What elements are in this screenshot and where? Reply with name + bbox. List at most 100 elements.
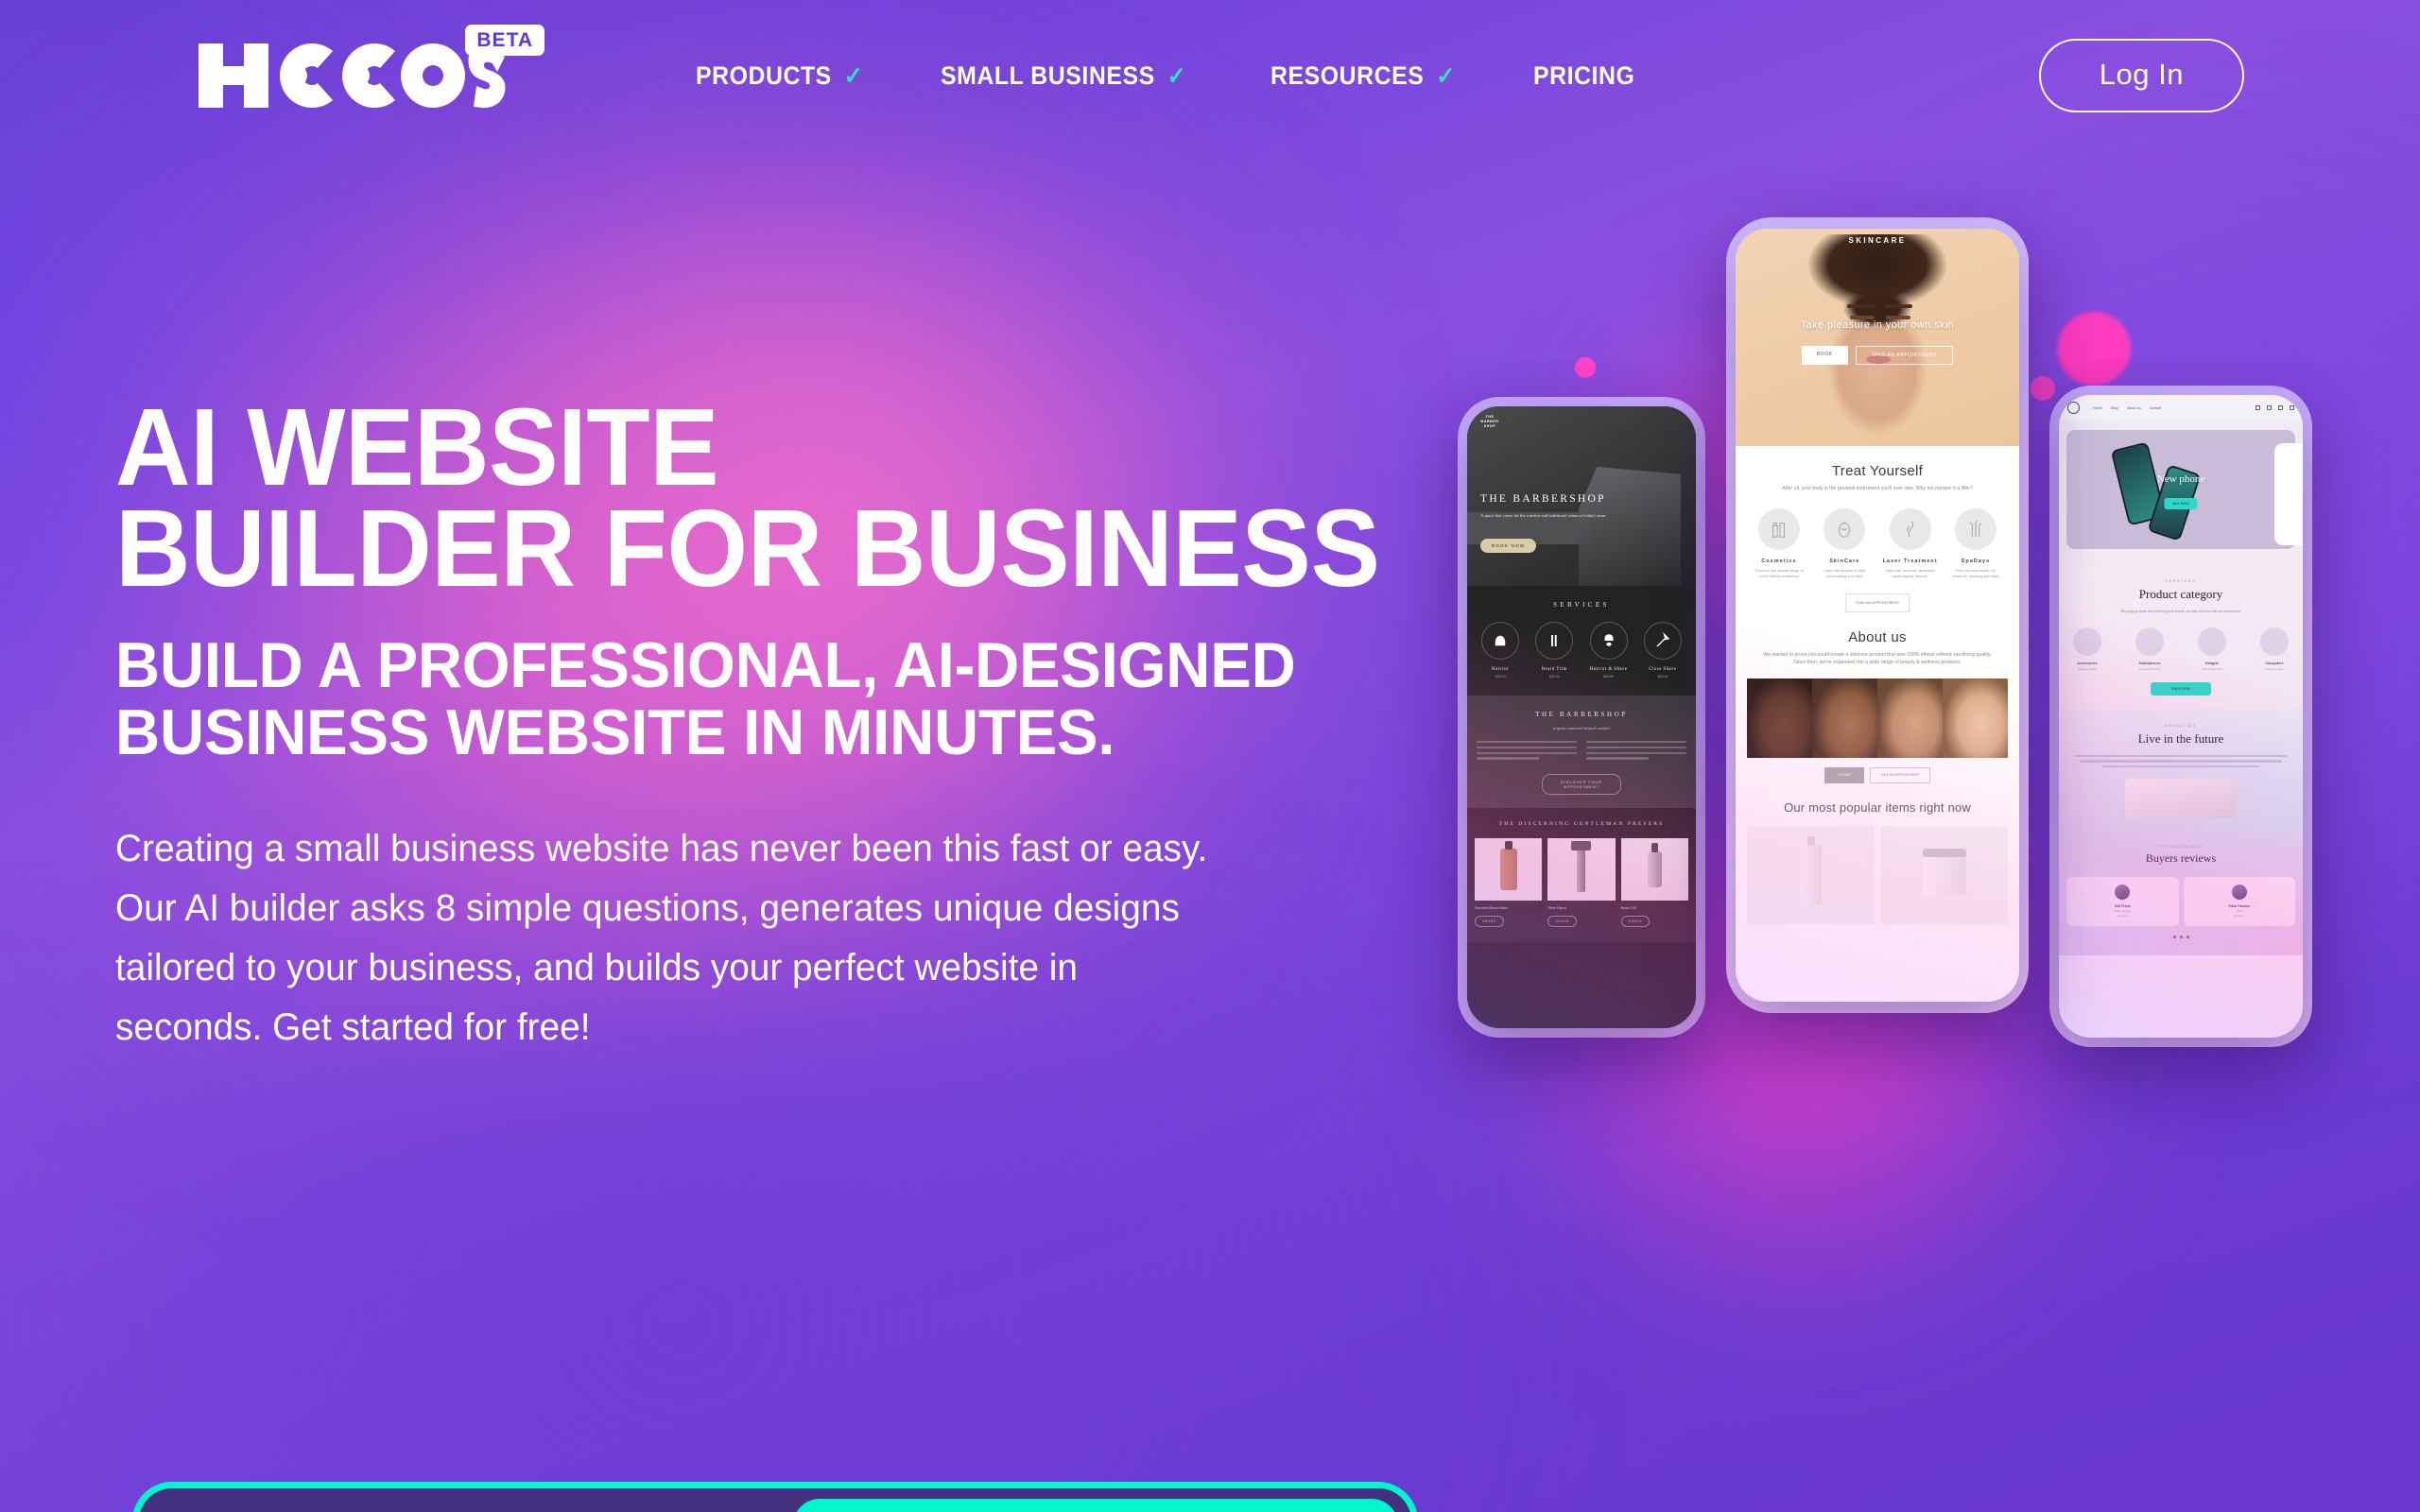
face-tone-4 xyxy=(1943,678,2008,758)
login-button[interactable]: Log In xyxy=(2038,39,2244,112)
service-price: $25.00 xyxy=(1657,675,1668,679)
ecommerce-screen: Home Shop About Us Contact New phone BUY… xyxy=(2059,395,2303,1038)
text-line xyxy=(1477,746,1577,749)
nav-item-products[interactable]: PRODUCTS ✓ xyxy=(696,61,863,91)
product-card[interactable]: Steel Razor ORDER xyxy=(1547,838,1616,928)
popular-item-card[interactable] xyxy=(1880,825,2008,924)
face-tone-2 xyxy=(1812,678,1877,758)
category-item[interactable]: Gadgets Smart electronics xyxy=(2193,627,2231,671)
service-name: Close Shave xyxy=(1649,667,1677,672)
skincare-hero: SKINCARE Take pleasure in your own skin … xyxy=(1736,229,2019,446)
nav-item-label: SMALL BUSINESS xyxy=(940,60,1155,90)
nav-item-resources[interactable]: RESOURCES ✓ xyxy=(1270,61,1456,91)
barbershop-book-button[interactable]: BOOK NOW xyxy=(1480,539,1537,553)
barbershop-service-item[interactable]: Close Shave $25.00 xyxy=(1637,622,1688,679)
hero-content: AI WEBSITE BUILDER FOR BUSINESS BUILD A … xyxy=(115,392,1486,1058)
skincare-appointment-button[interactable]: TAKE AN APPOINTMENT xyxy=(1855,346,1954,365)
ecommerce-about-section: ABOUT US Live in the future xyxy=(2059,709,2303,832)
about-heading: Live in the future xyxy=(2137,731,2224,747)
skincare-about-section: About us We wanted to prove you could cr… xyxy=(1736,611,2019,924)
check-chevron-icon: ✓ xyxy=(1167,61,1186,90)
ecommerce-reviews-section: TESTIMONIALS Buyers reviews Sofi Frank O… xyxy=(2059,831,2303,955)
logo[interactable]: BETA xyxy=(199,25,544,112)
face-tone-3 xyxy=(1877,678,1943,758)
cart-icon[interactable] xyxy=(2290,405,2294,410)
phone-icon[interactable] xyxy=(2256,405,2260,410)
barbershop-about-button[interactable]: DISCOVER YOUR APPOINTMENT xyxy=(1542,774,1621,796)
popular-items-heading: Our most popular items right now xyxy=(1784,799,1971,815)
carousel-dots[interactable] xyxy=(2066,935,2295,938)
product-image xyxy=(1620,838,1688,902)
headline-line-2: BUILDER FOR BUSINESS xyxy=(115,486,1380,610)
device-mockups: THE BARBER SHOP THE BARBERSHOP A space t… xyxy=(1418,217,2373,1228)
skincare-category-item[interactable]: Laser Treatment Laser hair removal, abso… xyxy=(1882,507,1939,579)
reviewer-role: Office manager xyxy=(2114,909,2132,913)
category-desc: Desktop & laptop xyxy=(2264,667,2285,672)
about-appointment-button[interactable]: TAKE AN APPOINTMENT xyxy=(1870,766,1930,783)
accessories-icon xyxy=(2073,627,2101,657)
popular-item-card[interactable] xyxy=(1747,825,1875,924)
skincare-category-item[interactable]: SpaDays Find out more about our luxuriou… xyxy=(1947,507,2004,579)
ecommerce-nav-item[interactable]: Shop xyxy=(2111,406,2118,410)
category-item[interactable]: Computers Desktop & laptop xyxy=(2256,627,2293,671)
ecommerce-nav-item[interactable]: Home xyxy=(2093,406,2102,410)
ecommerce-shop-button[interactable]: SHOP NOW xyxy=(2151,682,2211,696)
ecommerce-nav-item[interactable]: Contact xyxy=(2150,406,2161,410)
about-buttons: STORE TAKE AN APPOINTMENT xyxy=(1747,766,2008,783)
review-card: Sofi Frank Office manager ★★★★★ xyxy=(2066,876,2179,926)
category-item[interactable]: Accessories Cases & cables xyxy=(2068,627,2106,671)
skincare-book-button[interactable]: BOOK xyxy=(1801,346,1848,365)
ecommerce-logo-icon xyxy=(2067,402,2080,414)
barbershop-prefers-heading: THE DISCERNING GENTLEMAN PREFERS xyxy=(1498,821,1665,828)
reviewer-name: Sofi Frank xyxy=(2114,903,2131,908)
ecommerce-buy-button[interactable]: BUY NOW xyxy=(2164,498,2198,509)
cta-primary-button[interactable] xyxy=(793,1499,1398,1512)
skincare-category-item[interactable]: Cosmetics Discover our unique range of 1… xyxy=(1751,507,1807,579)
smartphones-icon xyxy=(2135,627,2164,657)
treat-heading: Treat Yourself xyxy=(1831,463,1924,479)
product-card[interactable]: Beard Oil ORDER xyxy=(1620,838,1688,928)
barbershop-screen: THE BARBER SHOP THE BARBERSHOP A space t… xyxy=(1467,406,1696,1028)
beard-oil-icon xyxy=(1647,843,1662,888)
computers-icon xyxy=(2260,627,2289,657)
barbershop-service-item[interactable]: Beard Trim $25.00 xyxy=(1529,622,1580,679)
product-order-button[interactable]: ORDER xyxy=(1547,916,1577,928)
gadgets-icon xyxy=(2198,627,2226,657)
service-price: $25.00 xyxy=(1548,675,1560,679)
barbershop-products-row: Scented Beard Balm ORDER Steel Razor ORD… xyxy=(1475,838,1688,928)
site-header: BETA PRODUCTS ✓ SMALL BUSINESS ✓ RESOURC… xyxy=(0,0,2420,151)
barbershop-service-item[interactable]: Haircut & Shave $45.00 xyxy=(1583,622,1634,679)
cta-input[interactable] xyxy=(139,1488,793,1512)
service-name: Haircut & Shave xyxy=(1589,667,1628,672)
product-name: Beard Oil xyxy=(1620,906,1636,911)
nav-item-small-business[interactable]: SMALL BUSINESS ✓ xyxy=(941,61,1186,91)
search-icon[interactable] xyxy=(2278,405,2283,410)
barbershop-products-section: THE DISCERNING GENTLEMAN PREFERS Scented… xyxy=(1467,808,1696,943)
nav-item-label: RESOURCES xyxy=(1270,60,1424,90)
nav-item-pricing[interactable]: PRICING xyxy=(1533,61,1634,91)
skincare-category-item[interactable]: SkinCare Learn the secrets to fully reju… xyxy=(1816,507,1873,579)
category-list: Accessories Cases & cables Smartphones L… xyxy=(2068,627,2293,671)
skincare-take-appointment-button[interactable]: TAKE AN APPOINTMENT xyxy=(1845,593,1910,612)
spa-icon xyxy=(1954,507,1996,550)
about-heading: About us xyxy=(1848,628,1907,645)
review-rating: ★★★★★ xyxy=(2117,914,2129,918)
ecommerce-nav-item[interactable]: About Us xyxy=(2127,406,2141,410)
mail-icon[interactable] xyxy=(2267,405,2272,410)
cosmetics-icon xyxy=(1758,507,1800,550)
ecommerce-hero: New phone BUY NOW xyxy=(2059,421,2303,564)
category-name: Smartphones xyxy=(2138,662,2161,666)
about-kicker: ABOUT US xyxy=(2165,724,2197,729)
about-text-lines xyxy=(2068,755,2293,767)
category-name: Laser Treatment xyxy=(1882,558,1938,564)
product-order-button[interactable]: ORDER xyxy=(1620,916,1651,928)
ecommerce-category-section: SERVICES Product category We supply prod… xyxy=(2059,564,2303,710)
barbershop-title: THE BARBERSHOP xyxy=(1480,493,1606,505)
reviews-kicker: TESTIMONIALS xyxy=(2157,844,2204,849)
category-item[interactable]: Smartphones Latest in the shop xyxy=(2131,627,2169,671)
category-name: SkinCare xyxy=(1829,558,1860,564)
reviewer-name: Erika Thorens xyxy=(2228,903,2251,908)
text-line xyxy=(2079,760,2283,763)
ecommerce-nav: Home Shop About Us Contact xyxy=(2093,406,2161,410)
about-store-button[interactable]: STORE xyxy=(1824,766,1865,783)
